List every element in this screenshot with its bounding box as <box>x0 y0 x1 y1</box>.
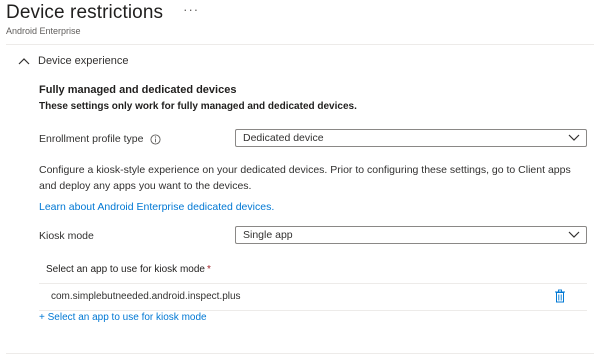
device-restrictions-page: Device restrictions ··· Android Enterpri… <box>0 0 600 363</box>
select-app-label-text: Select an app to use for kiosk mode <box>46 264 205 275</box>
select-app-label: Select an app to use for kiosk mode * <box>46 264 211 275</box>
selected-app-row: com.simplebutneeded.android.inspect.plus <box>39 283 587 311</box>
more-options-button[interactable]: ··· <box>183 2 199 17</box>
section-heading: Fully managed and dedicated devices <box>39 84 237 96</box>
enrollment-profile-type-label: Enrollment profile type <box>39 133 162 145</box>
chevron-up-icon <box>18 58 30 65</box>
header-divider <box>6 44 594 45</box>
trash-icon[interactable] <box>554 289 566 303</box>
title-row: Device restrictions ··· <box>6 0 199 26</box>
kiosk-mode-label-text: Kiosk mode <box>39 230 94 242</box>
bottom-divider <box>6 353 594 354</box>
section-note: These settings only work for fully manag… <box>39 101 357 112</box>
kiosk-mode-label: Kiosk mode <box>39 230 94 242</box>
selected-app-name: com.simplebutneeded.android.inspect.plus <box>51 291 241 302</box>
info-icon[interactable] <box>150 133 162 145</box>
kiosk-mode-dropdown[interactable]: Single app <box>235 226 587 244</box>
enrollment-label-text: Enrollment profile type <box>39 133 144 145</box>
required-marker: * <box>206 264 211 275</box>
kiosk-description: Configure a kiosk-style experience on yo… <box>39 164 571 192</box>
device-experience-section-toggle[interactable]: Device experience <box>18 55 129 67</box>
page-title: Device restrictions <box>6 2 164 23</box>
add-kiosk-app-link[interactable]: + Select an app to use for kiosk mode <box>39 312 207 323</box>
chevron-down-icon <box>568 134 580 141</box>
page-subtitle: Android Enterprise <box>6 26 81 36</box>
section-title: Device experience <box>38 55 129 67</box>
enrollment-profile-type-value: Dedicated device <box>243 132 324 144</box>
enrollment-profile-type-dropdown[interactable]: Dedicated device <box>235 129 587 147</box>
learn-more-link[interactable]: Learn about Android Enterprise dedicated… <box>39 201 274 213</box>
chevron-down-icon <box>568 231 580 238</box>
kiosk-mode-value: Single app <box>243 229 293 241</box>
